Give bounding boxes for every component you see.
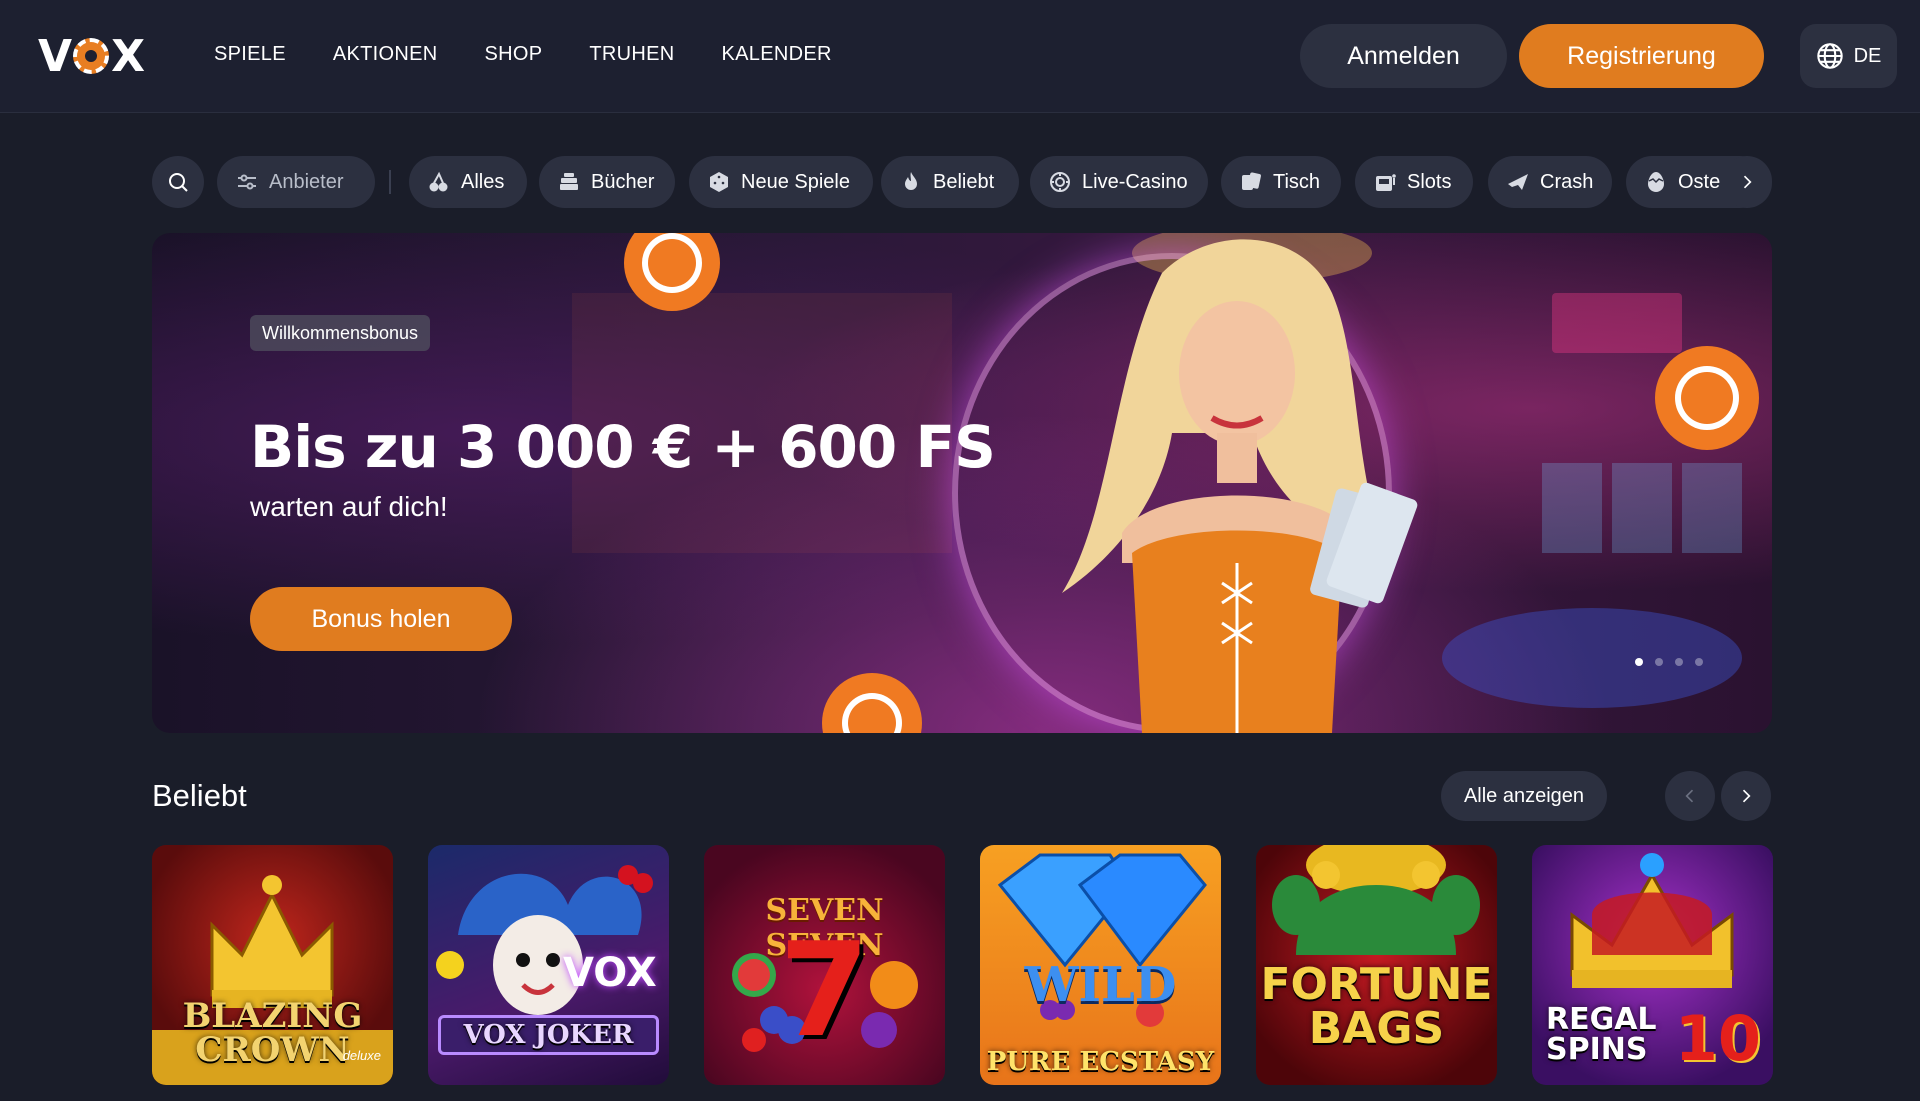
nav-shop[interactable]: SHOP (484, 43, 542, 66)
search-icon (169, 173, 188, 192)
language-label: DE (1853, 44, 1882, 67)
logo-chip-icon (73, 38, 110, 74)
game-tile-fortune-bags[interactable]: FORTUNE BAGS (1256, 845, 1497, 1085)
tab-neue-spiele[interactable]: Neue Spiele (689, 156, 873, 208)
filters-next-button[interactable] (1722, 156, 1772, 208)
game-number-10: 10 (1674, 1002, 1761, 1075)
nav-truhen[interactable]: TRUHEN (589, 43, 674, 66)
chevron-right-icon (1742, 789, 1751, 803)
game-seven-glyph: 7 (779, 914, 870, 1066)
carousel-dot-2[interactable] (1655, 658, 1663, 666)
carousel-dots (1635, 658, 1703, 666)
cards-icon (1242, 172, 1261, 190)
logo-letter-x: X (111, 30, 145, 82)
nav-spiele[interactable]: SPIELE (214, 43, 286, 66)
slot-machine-icon (1376, 174, 1396, 191)
login-button[interactable]: Anmelden (1300, 24, 1507, 88)
tab-beliebt[interactable]: Beliebt (881, 156, 1019, 208)
game-tag-deluxe: deluxe (342, 1048, 381, 1063)
flame-icon (905, 172, 917, 190)
game-tile-wild-pure-ecstasy[interactable]: WILD PURE ECSTASY (980, 845, 1221, 1085)
egg-icon (1648, 172, 1664, 192)
tab-crash-label: Crash (1540, 170, 1594, 193)
hero-title: Bis zu 3 000 € + 600 FS (250, 413, 996, 481)
carousel-dot-3[interactable] (1675, 658, 1683, 666)
cherries-icon (429, 171, 448, 192)
welcome-bonus-badge: Willkommensbonus (250, 315, 431, 351)
tab-tisch[interactable]: Tisch (1221, 156, 1341, 208)
provider-filter-label: Anbieter (269, 170, 344, 193)
tab-live-casino[interactable]: Live-Casino (1030, 156, 1208, 208)
category-filter-bar: Anbieter Alles Bücher Neue Spiele Belieb… (152, 156, 1772, 208)
tab-beliebt-label: Beliebt (933, 170, 995, 193)
tab-ostern-label: Oste (1678, 170, 1721, 193)
game-title-vox-joker: VOX JOKER (438, 1015, 659, 1055)
tab-live-casino-label: Live-Casino (1082, 170, 1188, 193)
chevron-right-icon (1743, 175, 1752, 189)
tab-buecher-label: Bücher (591, 170, 655, 193)
game-title-line1: FORTUNE (1260, 959, 1493, 1010)
nav-kalender[interactable]: KALENDER (722, 43, 832, 66)
game-title-line2: SPINS (1546, 1032, 1648, 1067)
games-next-button[interactable] (1721, 771, 1771, 821)
game-title-line1: REGAL (1546, 1002, 1657, 1037)
game-tile-regal-spins-10[interactable]: REGAL SPINS 10 (1532, 845, 1773, 1085)
game-title-regal-spins: REGAL SPINS (1546, 1005, 1657, 1065)
chevron-left-icon (1685, 789, 1694, 803)
game-vox-logo: VOX (563, 950, 657, 996)
game-title-wild: WILD (1024, 957, 1177, 1013)
books-icon (560, 173, 578, 190)
filter-divider (389, 170, 391, 194)
tab-alles[interactable]: Alles (409, 156, 527, 208)
game-tile-blazing-crown[interactable]: BLAZING CROWN deluxe (152, 845, 393, 1085)
top-header: VX SPIELE AKTIONEN SHOP TRUHEN KALENDER … (0, 0, 1920, 113)
game-title-fortune-bags: FORTUNE BAGS (1256, 963, 1497, 1051)
main-nav: SPIELE AKTIONEN SHOP TRUHEN KALENDER (214, 43, 832, 66)
language-button[interactable]: DE (1800, 24, 1897, 88)
dice-icon (710, 172, 728, 192)
get-bonus-button[interactable]: Bonus holen (250, 587, 512, 651)
tab-crash[interactable]: Crash (1488, 156, 1612, 208)
vox-logo[interactable]: VX (38, 31, 145, 82)
plane-icon (1508, 174, 1528, 190)
hero-banner[interactable]: Willkommensbonus Bis zu 3 000 € + 600 FS… (152, 233, 1772, 733)
hostess-illustration (1062, 239, 1418, 733)
logo-letter-v: V (38, 30, 72, 82)
game-title-pure-ecstasy: PURE ECSTASY (986, 1047, 1215, 1077)
show-all-button[interactable]: Alle anzeigen (1441, 771, 1607, 821)
hero-subtitle: warten auf dich! (250, 491, 448, 522)
tab-slots-label: Slots (1407, 170, 1452, 193)
games-prev-button[interactable] (1665, 771, 1715, 821)
game-tile-vox-joker[interactable]: VOX VOX JOKER (428, 845, 669, 1085)
carousel-dot-4[interactable] (1695, 658, 1703, 666)
tab-buecher[interactable]: Bücher (539, 156, 675, 208)
nav-aktionen[interactable]: AKTIONEN (333, 43, 438, 66)
game-title-line1: BLAZING (182, 996, 363, 1036)
tab-tisch-label: Tisch (1273, 170, 1321, 193)
section-title-beliebt: Beliebt (152, 778, 247, 813)
register-button[interactable]: Registrierung (1519, 24, 1764, 88)
provider-filter-button[interactable]: Anbieter (217, 156, 375, 208)
game-tile-seven-seven[interactable]: SEVEN SEVEN 7 (704, 845, 945, 1085)
game-title-line2: BAGS (1308, 1003, 1445, 1054)
sliders-icon (238, 174, 256, 190)
tab-neue-spiele-label: Neue Spiele (741, 170, 850, 193)
tab-alles-label: Alles (461, 170, 505, 193)
globe-icon (1816, 43, 1843, 69)
tab-slots[interactable]: Slots (1355, 156, 1473, 208)
search-button[interactable] (152, 156, 204, 208)
chip-icon (1050, 172, 1070, 192)
carousel-dot-1[interactable] (1635, 658, 1643, 666)
